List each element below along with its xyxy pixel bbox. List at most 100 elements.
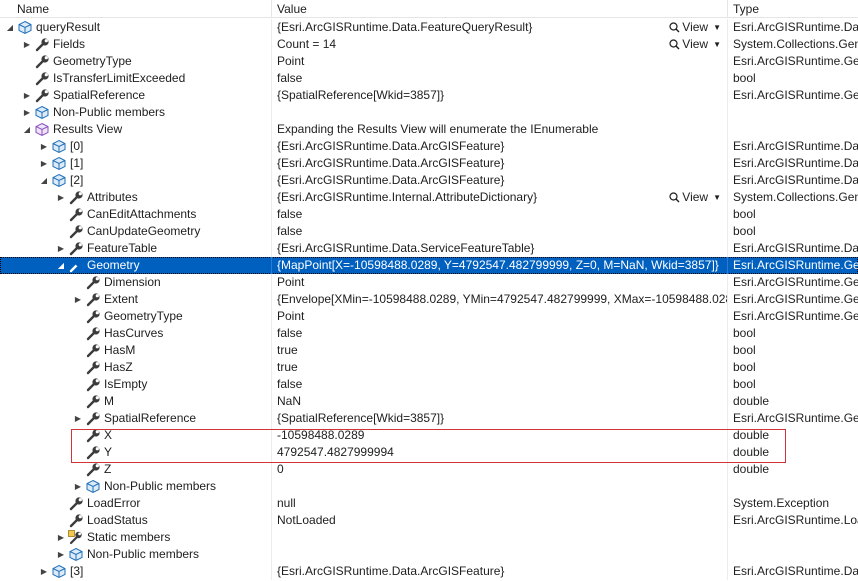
tree-row-spatialreference[interactable]: ▶ SpatialReference {SpatialReference[Wkid=… [0, 87, 858, 104]
tree-row-isempty[interactable]: IsEmpty false bool [0, 376, 858, 393]
view-visualizer-button[interactable]: View ▼ [669, 189, 721, 206]
tree-row-caneditattachments[interactable]: CanEditAttachments false bool [0, 206, 858, 223]
expand-arrow-icon[interactable]: ▶ [38, 155, 50, 172]
value-cell[interactable]: NaN [271, 393, 727, 410]
column-header-name[interactable]: Name [0, 0, 271, 18]
tree-row-loaderror[interactable]: LoadError null System.Exception [0, 495, 858, 512]
tree-row-dimension[interactable]: Dimension Point Esri.ArcGISRuntime.Geo [0, 274, 858, 291]
tree-row-x[interactable]: X -10598488.0289 double [0, 427, 858, 444]
expand-arrow-icon[interactable]: ▶ [21, 87, 33, 104]
expand-arrow-icon[interactable]: ▶ [72, 291, 84, 308]
expand-arrow-icon[interactable]: ▶ [55, 240, 67, 257]
tree-row-geometrytype[interactable]: GeometryType Point Esri.ArcGISRuntime.Geo [0, 53, 858, 70]
value-cell[interactable]: null [271, 495, 727, 512]
collapse-arrow-icon[interactable]: ◢ [21, 121, 33, 138]
value-cell[interactable]: {Esri.ArcGISRuntime.Data.ServiceFeatureT… [271, 240, 727, 257]
type-cell: bool [727, 359, 858, 376]
dropdown-arrow-icon[interactable]: ▼ [713, 193, 721, 202]
tree-row-z[interactable]: Z 0 double [0, 461, 858, 478]
value-cell[interactable] [271, 529, 727, 546]
value-cell[interactable]: false [271, 376, 727, 393]
tree-row-geometrytype[interactable]: GeometryType Point Esri.ArcGISRuntime.Geo [0, 308, 858, 325]
value-cell[interactable]: false [271, 325, 727, 342]
value-cell[interactable]: {Esri.ArcGISRuntime.Data.ArcGISFeature} [271, 138, 727, 155]
expand-arrow-icon[interactable]: ▶ [72, 410, 84, 427]
view-visualizer-button[interactable]: View ▼ [669, 36, 721, 53]
tree-row-istransferlimitexceeded[interactable]: IsTransferLimitExceeded false bool [0, 70, 858, 87]
tree-row-static-members[interactable]: ▶ Static members [0, 529, 858, 546]
tree-row-canupdategeometry[interactable]: CanUpdateGeometry false bool [0, 223, 858, 240]
tree-row-fields[interactable]: ▶ Fields Count = 14 View ▼ System.Collections… [0, 36, 858, 53]
value-cell[interactable]: {Envelope[XMin=-10598488.0289, YMin=4792… [271, 291, 727, 308]
tree-row-2[interactable]: ◢ [2] {Esri.ArcGISRuntime.Data.ArcGISFeatu… [0, 172, 858, 189]
value-cell[interactable]: false [271, 223, 727, 240]
type-cell: System.Collections.Gene [727, 36, 858, 53]
row-value-text: {Esri.ArcGISRuntime.Data.FeatureQueryRes… [277, 20, 533, 34]
value-cell[interactable] [271, 478, 727, 495]
dropdown-arrow-icon[interactable]: ▼ [713, 40, 721, 49]
value-cell[interactable]: false [271, 206, 727, 223]
value-cell[interactable]: Count = 14 View ▼ [271, 36, 727, 53]
tree-row-1[interactable]: ▶ [1] {Esri.ArcGISRuntime.Data.ArcGISFeatu… [0, 155, 858, 172]
expand-arrow-icon[interactable]: ▶ [21, 104, 33, 121]
tree-row-attributes[interactable]: ▶ Attributes {Esri.ArcGISRuntime.Internal.… [0, 189, 858, 206]
tree-row-hasz[interactable]: HasZ true bool [0, 359, 858, 376]
tree-row-loadstatus[interactable]: LoadStatus NotLoaded Esri.ArcGISRuntime.Lo… [0, 512, 858, 529]
value-cell[interactable]: {Esri.ArcGISRuntime.Data.FeatureQueryRes… [271, 19, 727, 36]
tree-row-non-public-members[interactable]: ▶ Non-Public members [0, 478, 858, 495]
name-cell: ▶ Static members [0, 529, 271, 546]
tree-row-3[interactable]: ▶ [3] {Esri.ArcGISRuntime.Data.ArcGISFeatu… [0, 563, 858, 580]
expand-arrow-icon[interactable]: ▶ [55, 529, 67, 546]
tree-row-non-public-members[interactable]: ▶ Non-Public members [0, 104, 858, 121]
column-header-type[interactable]: Type [727, 0, 858, 18]
tree-row-queryresult[interactable]: ◢ queryResult {Esri.ArcGISRuntime.Data.Fea… [0, 19, 858, 36]
dropdown-arrow-icon[interactable]: ▼ [713, 23, 721, 32]
expand-arrow-icon[interactable]: ▶ [55, 189, 67, 206]
expand-arrow-icon[interactable]: ▶ [21, 36, 33, 53]
value-cell[interactable]: {Esri.ArcGISRuntime.Data.ArcGISFeature} [271, 155, 727, 172]
collapse-arrow-icon[interactable]: ◢ [4, 19, 16, 36]
value-cell[interactable]: 4792547.4827999994 [271, 444, 727, 461]
tree-row-results-view[interactable]: ◢ Results View Expanding the Results View … [0, 121, 858, 138]
collapse-arrow-icon[interactable]: ◢ [55, 257, 67, 274]
value-cell[interactable]: {MapPoint[X=-10598488.0289, Y=4792547.48… [271, 257, 727, 274]
expand-arrow-icon[interactable]: ▶ [38, 563, 50, 580]
value-cell[interactable]: {SpatialReference[Wkid=3857]} [271, 410, 727, 427]
tree-row-m[interactable]: M NaN double [0, 393, 858, 410]
value-cell[interactable]: {Esri.ArcGISRuntime.Data.ArcGISFeature} [271, 172, 727, 189]
collapse-arrow-icon[interactable]: ◢ [38, 172, 50, 189]
row-value-text: Point [277, 309, 305, 323]
value-cell[interactable]: -10598488.0289 [271, 427, 727, 444]
value-cell[interactable] [271, 546, 727, 563]
value-cell[interactable]: Point [271, 308, 727, 325]
value-cell[interactable]: Point [271, 274, 727, 291]
row-value-text: false [277, 71, 303, 85]
value-cell[interactable]: NotLoaded [271, 512, 727, 529]
value-cell[interactable]: true [271, 342, 727, 359]
expand-arrow-icon[interactable]: ▶ [72, 478, 84, 495]
value-cell[interactable] [271, 104, 727, 121]
value-cell[interactable]: {SpatialReference[Wkid=3857]} [271, 87, 727, 104]
expand-arrow-icon[interactable]: ▶ [38, 138, 50, 155]
type-cell: Esri.ArcGISRuntime.Data [727, 19, 858, 36]
tree-row-y[interactable]: Y 4792547.4827999994 double [0, 444, 858, 461]
tree-row-extent[interactable]: ▶ Extent {Envelope[XMin=-10598488.0289, YM… [0, 291, 858, 308]
value-cell[interactable]: Expanding the Results View will enumerat… [271, 121, 727, 138]
tree-row-0[interactable]: ▶ [0] {Esri.ArcGISRuntime.Data.ArcGISFeatu… [0, 138, 858, 155]
value-cell[interactable]: Point [271, 53, 727, 70]
value-cell[interactable]: 0 [271, 461, 727, 478]
expand-arrow-icon[interactable]: ▶ [55, 546, 67, 563]
row-value-text: {Esri.ArcGISRuntime.Data.ServiceFeatureT… [277, 241, 535, 255]
tree-row-hasm[interactable]: HasM true bool [0, 342, 858, 359]
view-visualizer-button[interactable]: View ▼ [669, 19, 721, 36]
column-header-value[interactable]: Value [271, 0, 727, 18]
value-cell[interactable]: {Esri.ArcGISRuntime.Data.ArcGISFeature} [271, 563, 727, 580]
tree-row-spatialreference[interactable]: ▶ SpatialReference {SpatialReference[Wkid=… [0, 410, 858, 427]
tree-row-featuretable[interactable]: ▶ FeatureTable {Esri.ArcGISRuntime.Data.Se… [0, 240, 858, 257]
value-cell[interactable]: false [271, 70, 727, 87]
value-cell[interactable]: {Esri.ArcGISRuntime.Internal.AttributeDi… [271, 189, 727, 206]
tree-row-hascurves[interactable]: HasCurves false bool [0, 325, 858, 342]
value-cell[interactable]: true [271, 359, 727, 376]
tree-row-geometry[interactable]: ◢ Geometry {MapPoint[X=-10598488.0289, Y=4… [0, 257, 858, 274]
tree-row-non-public-members[interactable]: ▶ Non-Public members [0, 546, 858, 563]
